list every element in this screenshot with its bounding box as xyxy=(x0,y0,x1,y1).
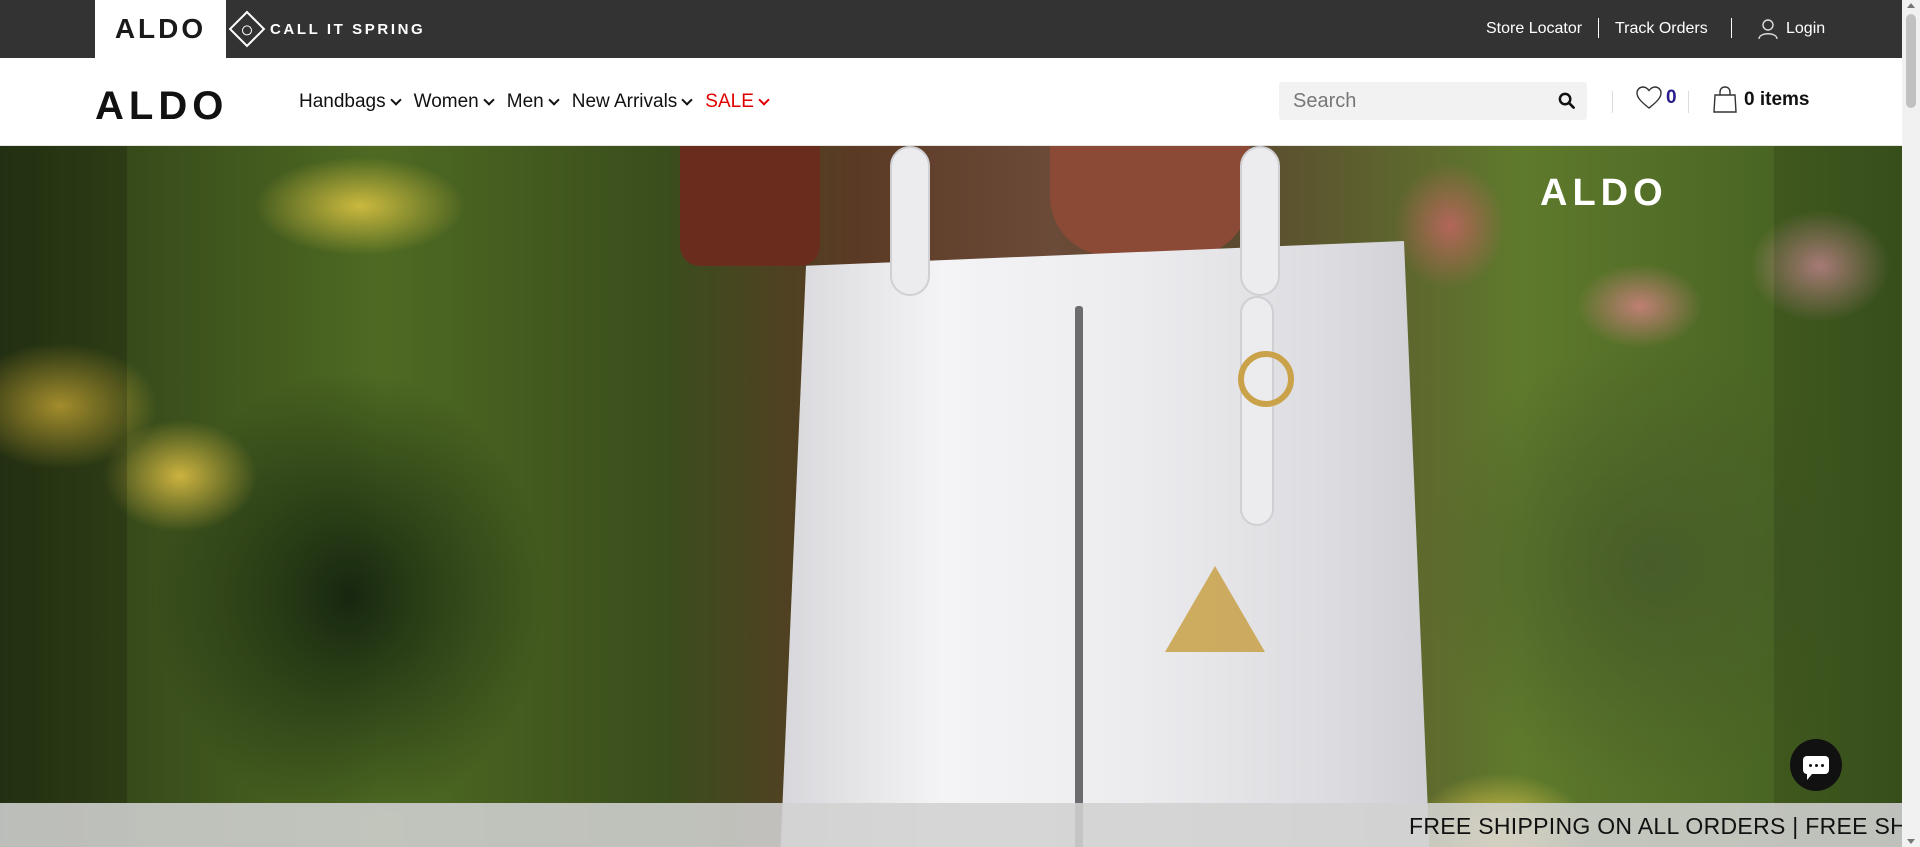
hero-handbag-image xyxy=(780,241,1430,847)
nav-item-men[interactable]: Men xyxy=(506,91,560,113)
hero-bag-handle xyxy=(1240,146,1280,296)
nav-item-label: New Arrivals xyxy=(571,91,678,112)
call-it-spring-label: CALL IT SPRING xyxy=(270,20,426,38)
hero-model-leg xyxy=(680,146,820,266)
utility-bar: ALDO CALL IT SPRING Store Locator Track … xyxy=(0,0,1902,58)
divider xyxy=(1688,91,1689,113)
main-nav: ALDO Handbags Women Men New Arrivals SAL… xyxy=(0,58,1902,146)
search-input[interactable] xyxy=(1279,89,1539,113)
nav-item-label: Women xyxy=(413,91,479,112)
page-scrollbar[interactable] xyxy=(1902,0,1920,847)
hero-overlay-logo: ALDO xyxy=(1540,172,1668,214)
chevron-down-icon xyxy=(389,94,402,106)
store-locator-link[interactable]: Store Locator xyxy=(1486,0,1582,58)
nav-item-new-arrivals[interactable]: New Arrivals xyxy=(571,91,693,113)
nav-item-handbags[interactable]: Handbags xyxy=(299,91,402,113)
nav-item-women[interactable]: Women xyxy=(413,91,495,113)
hero-model-arm xyxy=(1050,146,1250,256)
hero-banner[interactable]: ALDO xyxy=(0,146,1902,847)
scroll-up-icon[interactable] xyxy=(1907,3,1915,8)
cart-label: 0 items xyxy=(1744,88,1810,110)
login-label: Login xyxy=(1786,20,1826,37)
user-icon xyxy=(1758,19,1778,40)
scrollbar-thumb[interactable] xyxy=(1906,14,1916,108)
chat-button[interactable] xyxy=(1790,739,1842,791)
brand-tab-label: ALDO xyxy=(114,13,207,44)
main-menu: Handbags Women Men New Arrivals SALE xyxy=(299,58,770,146)
hero-edge-shade xyxy=(0,146,127,847)
chevron-down-icon xyxy=(483,94,495,106)
hero-bag-ring xyxy=(1238,351,1294,407)
divider xyxy=(1612,91,1613,113)
search-box xyxy=(1279,82,1587,120)
nav-item-label: Handbags xyxy=(299,91,386,112)
search-icon[interactable] xyxy=(1558,92,1575,109)
chevron-down-icon xyxy=(758,94,770,106)
promo-ticker-text: FREE SHIPPING ON ALL ORDERS | FREE SHIPP… xyxy=(1409,813,1902,839)
brand-tab-aldo[interactable]: ALDO xyxy=(95,0,226,58)
nav-item-sale[interactable]: SALE xyxy=(705,91,770,113)
shopping-bag-icon xyxy=(1713,86,1737,113)
heart-icon xyxy=(1636,86,1662,109)
hero-edge-shade xyxy=(1774,146,1902,847)
call-it-spring-diamond-icon xyxy=(228,10,266,48)
hero-bag-charm xyxy=(1165,566,1265,652)
hero-bag-knot-strap xyxy=(1240,296,1274,526)
site-logo[interactable]: ALDO xyxy=(95,84,228,129)
call-it-spring-link[interactable]: CALL IT SPRING xyxy=(228,9,426,49)
hero-bag-seam xyxy=(1075,306,1083,847)
wishlist-button[interactable]: 0 xyxy=(1636,86,1677,110)
promo-ticker: FREE SHIPPING ON ALL ORDERS | FREE SHIPP… xyxy=(0,803,1902,847)
wishlist-count: 0 xyxy=(1666,87,1677,108)
login-link[interactable]: Login xyxy=(1758,0,1825,58)
chevron-down-icon xyxy=(548,94,560,106)
track-orders-link[interactable]: Track Orders xyxy=(1615,0,1708,58)
chat-icon xyxy=(1803,756,1829,780)
chevron-down-icon xyxy=(681,94,693,106)
nav-item-label: Men xyxy=(506,91,544,112)
scroll-down-icon[interactable] xyxy=(1907,839,1915,844)
nav-item-label: SALE xyxy=(705,91,754,112)
cart-button[interactable]: 0 items xyxy=(1712,86,1809,113)
divider xyxy=(1598,18,1599,38)
hero-bag-handle xyxy=(890,146,930,296)
divider xyxy=(1731,18,1732,38)
